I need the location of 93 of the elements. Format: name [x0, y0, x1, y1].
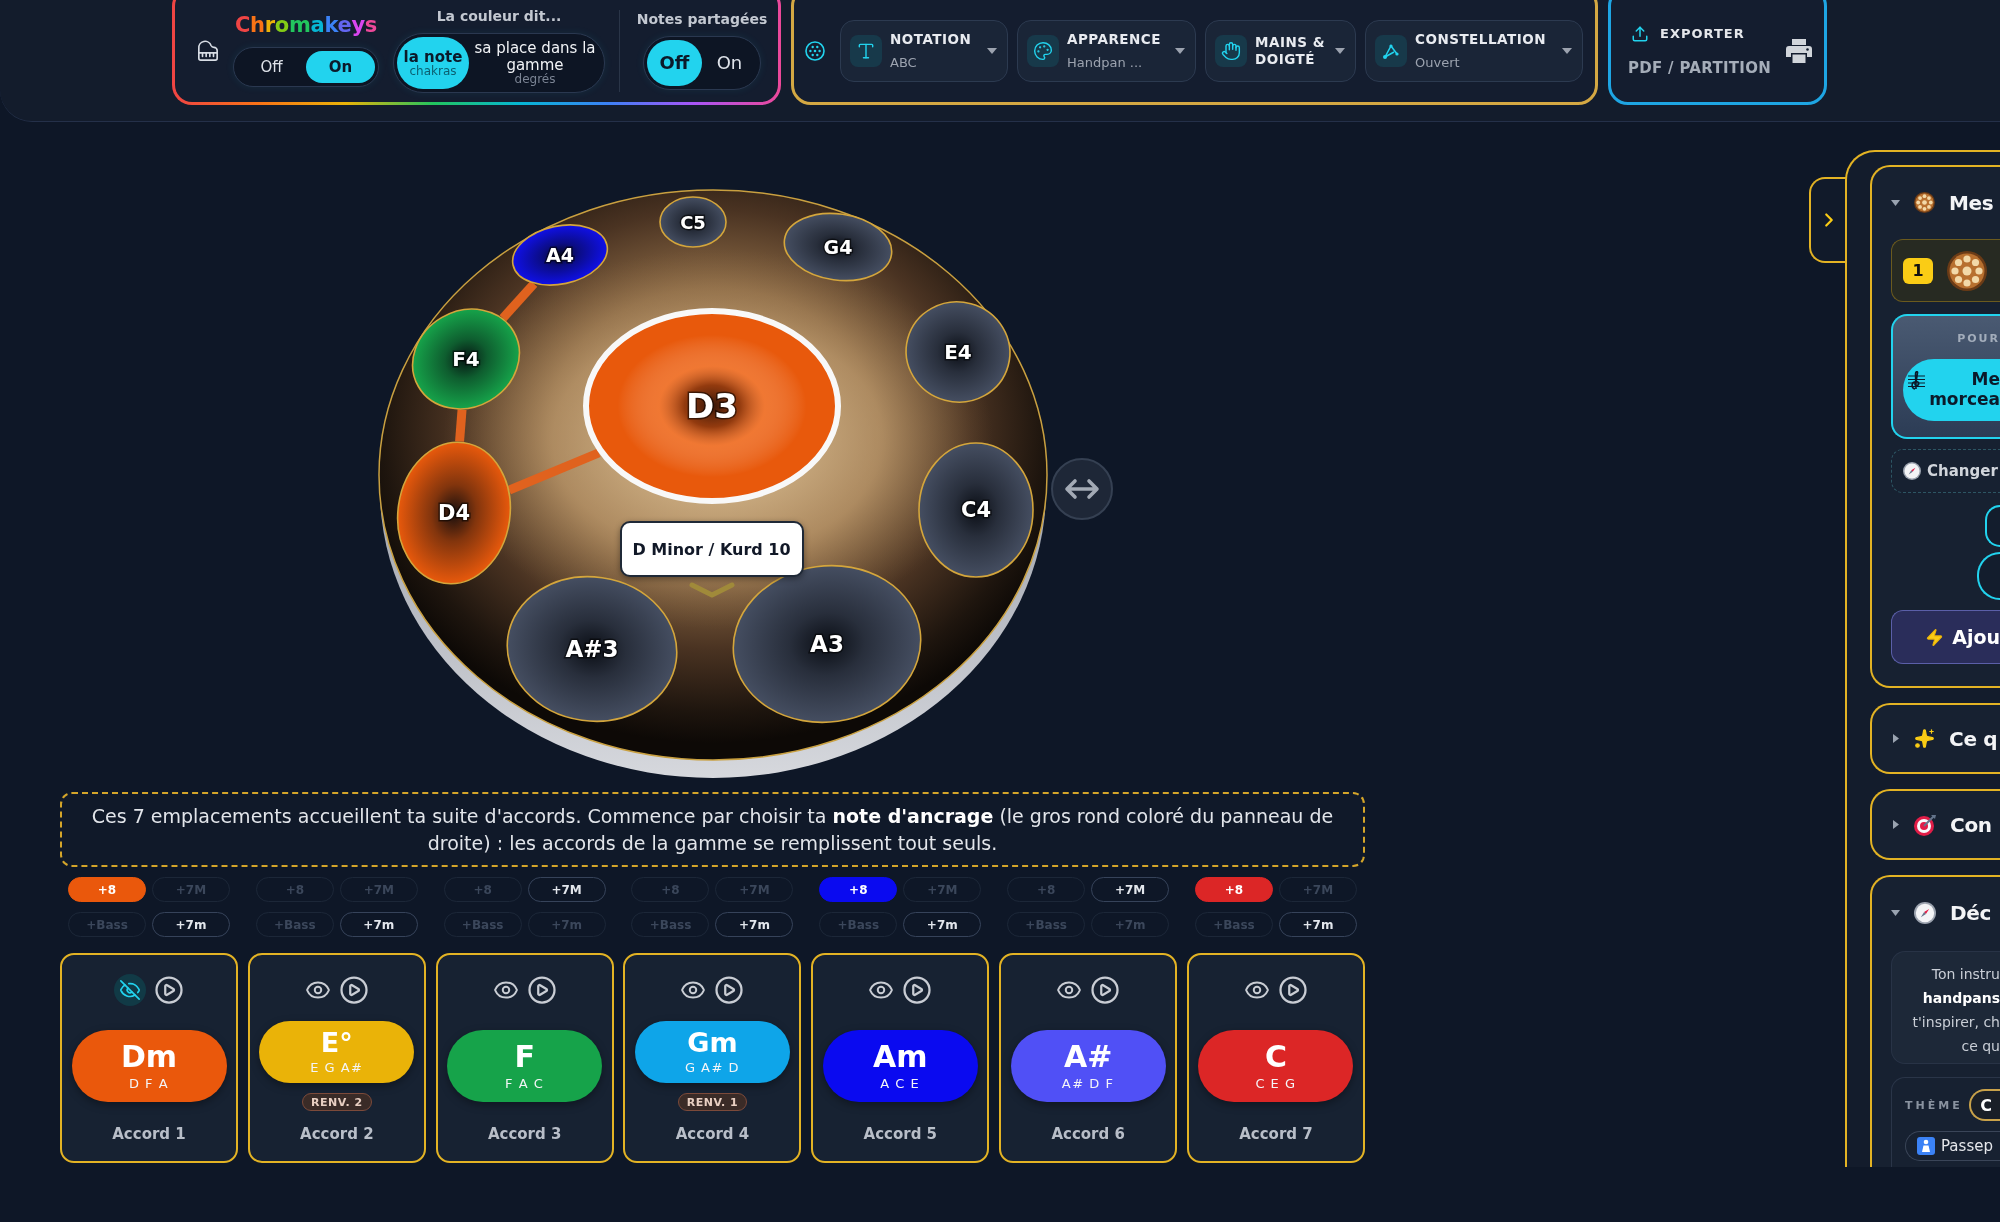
caret-down-icon[interactable]	[1175, 47, 1185, 54]
description-text: Ton instru handpans t'inspirer, ch ce qu	[1891, 951, 2000, 1064]
caret-down-icon[interactable]	[1562, 47, 1572, 54]
add-button[interactable]: Ajou	[1891, 610, 2000, 664]
double-arrow-icon	[1063, 478, 1100, 500]
play-icon[interactable]	[526, 975, 557, 1006]
hint-text: Ces 7 emplacements accueillent ta suite d'accords. Commence par choisir ta note d'ancrage (le gros rond coloré du panneau de droite) : les accords de la gamme se remplissent tout seuls.	[60, 792, 1365, 868]
chord-button[interactable]: Am A C E	[822, 1030, 978, 1103]
section-title[interactable]: Con	[1950, 812, 1992, 837]
play-icon[interactable]	[1090, 975, 1121, 1006]
note-pad[interactable]: A#3	[505, 575, 678, 723]
group-title: La couleur dit...	[436, 7, 562, 25]
note-pad[interactable]: A4	[511, 224, 608, 286]
chord-label: Accord 2	[300, 1125, 374, 1144]
extension-chip[interactable]: +8	[1194, 877, 1273, 903]
round-button[interactable]	[1977, 552, 2000, 600]
app-title: Chromakeys	[234, 14, 378, 38]
note-pad[interactable]: C4	[917, 442, 1034, 578]
scale-label[interactable]: D Minor / Kurd 10	[619, 521, 804, 577]
eye-off-icon[interactable]	[114, 974, 146, 1007]
caret-down-icon[interactable]	[1335, 47, 1345, 54]
library-button[interactable]: Me morcea	[1903, 359, 2000, 421]
note-pad[interactable]: A3	[732, 564, 921, 724]
dropdown-button[interactable]: NOTATION ABC	[840, 19, 1008, 82]
chord-button[interactable]: A# A# D F	[1010, 1030, 1166, 1103]
caret-right-icon[interactable]	[1893, 820, 1899, 829]
note-pad[interactable]: D4	[396, 441, 511, 585]
disc-icon	[1947, 250, 1987, 291]
inversion-badge: RENV. 1	[677, 1093, 748, 1112]
inversion-badge: RENV. 2	[302, 1093, 372, 1112]
export-format[interactable]: PDF / PARTITION	[1628, 58, 1786, 77]
caret-down-icon[interactable]	[1891, 909, 1900, 916]
note-pad[interactable]: E4	[904, 301, 1011, 403]
upload-icon[interactable]	[1631, 24, 1649, 43]
music-score-icon	[1908, 371, 1926, 390]
theme-label: THÈME	[1905, 1098, 1963, 1112]
dropdown-button[interactable]: CONSTELLATION Ouvert	[1365, 19, 1583, 82]
dotted-circle-icon[interactable]	[805, 40, 825, 61]
caret-down-icon[interactable]	[987, 47, 997, 54]
note-pad[interactable]: G4	[783, 212, 892, 282]
dropdown-button[interactable]: APPARENCE Handpan ...	[1017, 19, 1196, 82]
chord-label: Accord 1	[112, 1125, 186, 1144]
chord-label: Accord 3	[487, 1125, 562, 1144]
play-icon[interactable]	[338, 975, 369, 1006]
hand-icon	[1215, 34, 1247, 67]
lightning-icon	[1925, 627, 1945, 647]
section-title[interactable]: Déc	[1950, 900, 1992, 925]
play-icon[interactable]	[1277, 975, 1308, 1006]
note-pad[interactable]: C5	[658, 196, 727, 248]
disc-icon	[1914, 192, 1935, 213]
segment-option[interactable]: la note chakras	[397, 37, 469, 90]
compass-icon	[1914, 901, 1936, 924]
toggle-option[interactable]: On	[702, 39, 757, 86]
count-badge: 1	[1903, 257, 1933, 284]
chord-label: Accord 7	[1239, 1125, 1313, 1144]
extension-chip[interactable]: +8	[68, 877, 146, 903]
sparkles-icon	[1914, 728, 1935, 749]
letter-t-icon	[850, 34, 882, 67]
compass-icon	[1903, 462, 1921, 480]
export-title[interactable]: EXPORTER	[1660, 26, 1745, 41]
play-icon[interactable]	[902, 975, 933, 1006]
caret-down-icon[interactable]	[1891, 199, 1900, 206]
note-pad[interactable]: D3	[582, 308, 841, 504]
chord-button[interactable]: Dm D F A	[71, 1030, 227, 1103]
connected-dots-icon	[1375, 34, 1407, 67]
group-title: Notes partagées	[636, 11, 768, 28]
prompt-label: POUR	[1957, 332, 2000, 345]
chord-label: Accord 6	[1051, 1125, 1125, 1144]
theme-chip[interactable]: C	[1969, 1089, 2000, 1121]
extension-chip[interactable]: +8	[819, 877, 898, 903]
play-icon[interactable]	[154, 975, 184, 1006]
note-pad[interactable]: F4	[411, 308, 520, 410]
target-icon	[1914, 813, 1936, 836]
piano-icon[interactable]	[197, 39, 219, 62]
section-title[interactable]: Ce q	[1949, 726, 1998, 751]
round-button[interactable]	[1985, 505, 2000, 547]
panel-toggle-button[interactable]	[1809, 177, 1847, 263]
change-button[interactable]: Changer	[1891, 449, 2000, 493]
chord-button[interactable]: C C E G	[1198, 1030, 1354, 1103]
toggle-option[interactable]: On	[306, 50, 375, 83]
caret-right-icon[interactable]	[1893, 734, 1899, 743]
person-sign-icon	[1917, 1137, 1935, 1155]
library-row[interactable]: 1	[1891, 239, 2000, 302]
toggle-option[interactable]: Off	[237, 50, 306, 83]
segment-option[interactable]: sa place dans la gamme degrés	[469, 37, 601, 90]
toggle-option[interactable]: Off	[647, 39, 702, 86]
chord-label: Accord 4	[675, 1125, 750, 1144]
palette-icon	[1027, 34, 1059, 67]
chord-label: Accord 5	[863, 1125, 938, 1144]
play-icon[interactable]	[714, 975, 745, 1006]
dropdown-button[interactable]: MAINS & DOIGTÉ	[1205, 19, 1356, 82]
section-title[interactable]: Mes	[1949, 190, 1994, 215]
printer-icon[interactable]	[1786, 38, 1812, 63]
